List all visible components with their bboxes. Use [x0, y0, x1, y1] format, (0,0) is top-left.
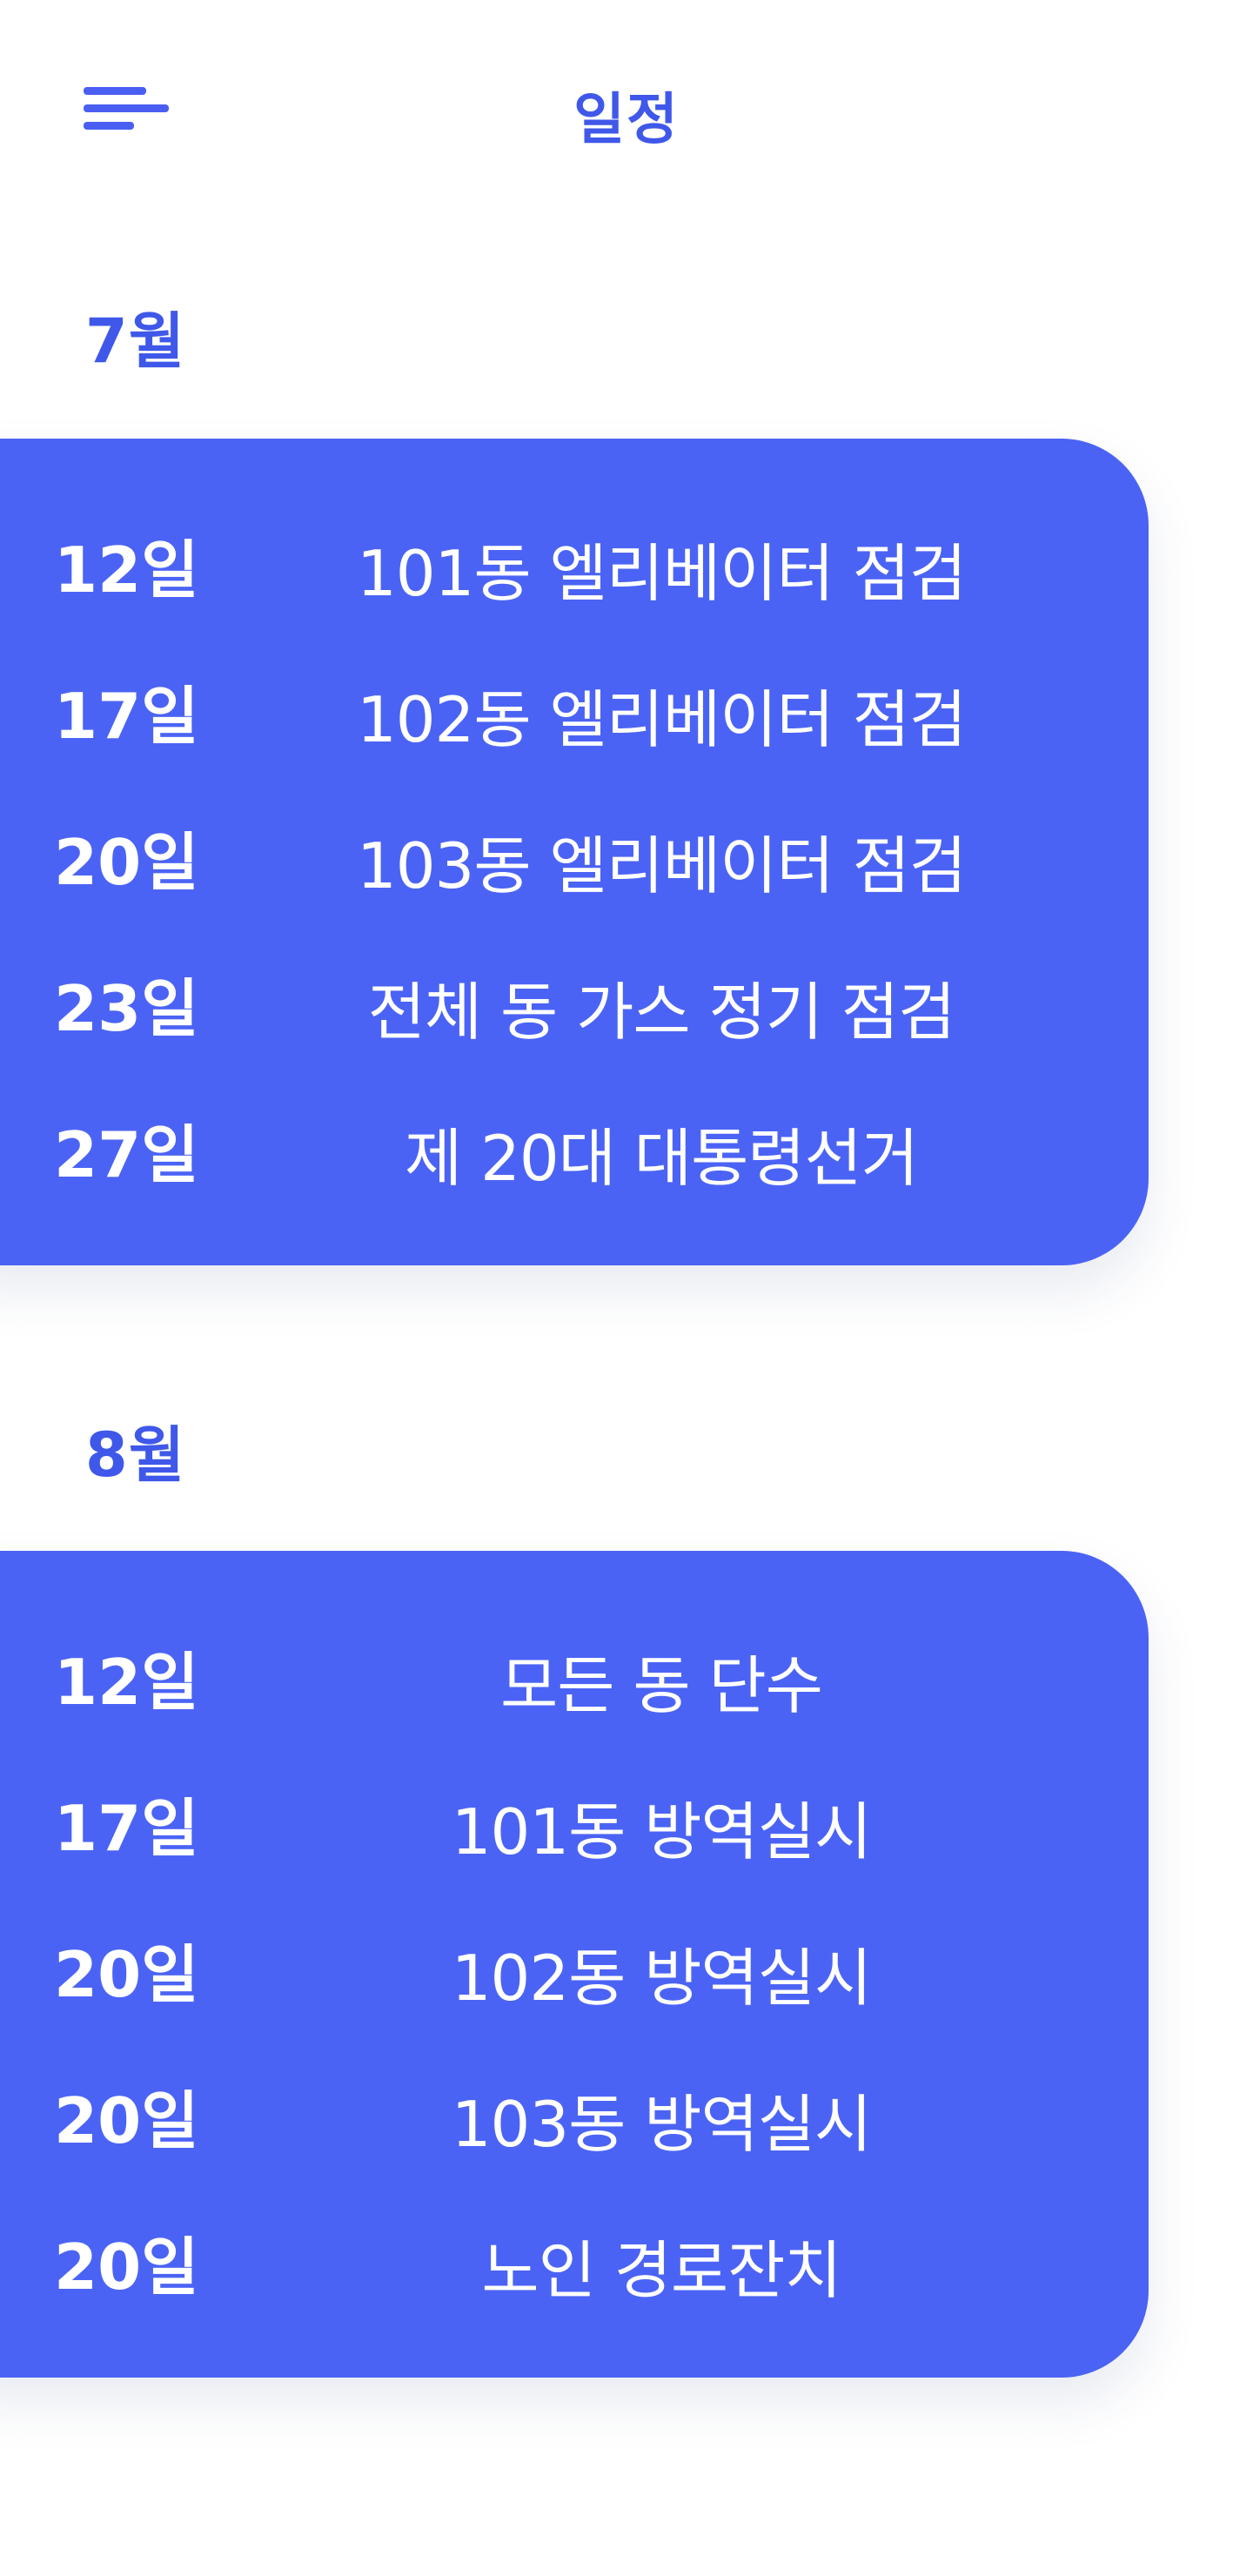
event-day: 12일 — [54, 1646, 199, 1719]
event-day: 17일 — [54, 1792, 199, 1865]
event-row[interactable]: 17일 101동 방역실시 — [0, 1768, 1114, 1868]
event-title: 노인 경로잔치 — [481, 2234, 841, 2307]
event-day: 20일 — [54, 1938, 199, 2011]
event-title: 103동 엘리베이터 점검 — [356, 829, 967, 902]
schedule-card-august: 12일 모든 동 단수 17일 101동 방역실시 20일 102동 방역실시 … — [0, 1551, 1149, 2378]
event-title: 101동 엘리베이터 점검 — [356, 537, 967, 610]
event-row[interactable]: 20일 노인 경로잔치 — [0, 2207, 1114, 2307]
event-row[interactable]: 27일 제 20대 대통령선거 — [0, 1095, 1114, 1195]
event-title: 모든 동 단수 — [500, 1649, 823, 1722]
event-title: 101동 방역실시 — [451, 1795, 873, 1868]
event-day: 17일 — [54, 680, 199, 753]
event-row[interactable]: 17일 102동 엘리베이터 점검 — [0, 656, 1114, 756]
event-row[interactable]: 20일 102동 방역실시 — [0, 1915, 1114, 2015]
event-day: 20일 — [54, 2084, 199, 2157]
event-title: 전체 동 가스 정기 점검 — [367, 976, 956, 1049]
event-title: 제 20대 대통령선거 — [404, 1122, 919, 1195]
month-label-july: 7월 — [85, 305, 186, 377]
event-day: 27일 — [54, 1118, 199, 1191]
event-row[interactable]: 12일 모든 동 단수 — [0, 1622, 1114, 1722]
event-row[interactable]: 23일 전체 동 가스 정기 점검 — [0, 949, 1114, 1049]
page-title: 일정 — [573, 88, 680, 152]
month-label-august: 8월 — [85, 1419, 186, 1491]
schedule-card-july: 12일 101동 엘리베이터 점검 17일 102동 엘리베이터 점검 20일 … — [0, 439, 1149, 1265]
event-day: 23일 — [54, 972, 199, 1045]
event-day: 12일 — [54, 533, 199, 607]
event-row[interactable]: 12일 101동 엘리베이터 점검 — [0, 510, 1114, 610]
event-day: 20일 — [54, 2231, 199, 2304]
event-title: 103동 방역실시 — [451, 2088, 873, 2161]
event-row[interactable]: 20일 103동 방역실시 — [0, 2061, 1114, 2161]
app-bar: 일정 — [0, 0, 1253, 226]
event-day: 20일 — [54, 826, 199, 899]
event-title: 102동 방역실시 — [451, 1942, 873, 2015]
event-row[interactable]: 20일 103동 엘리베이터 점검 — [0, 802, 1114, 902]
event-title: 102동 엘리베이터 점검 — [356, 683, 967, 756]
